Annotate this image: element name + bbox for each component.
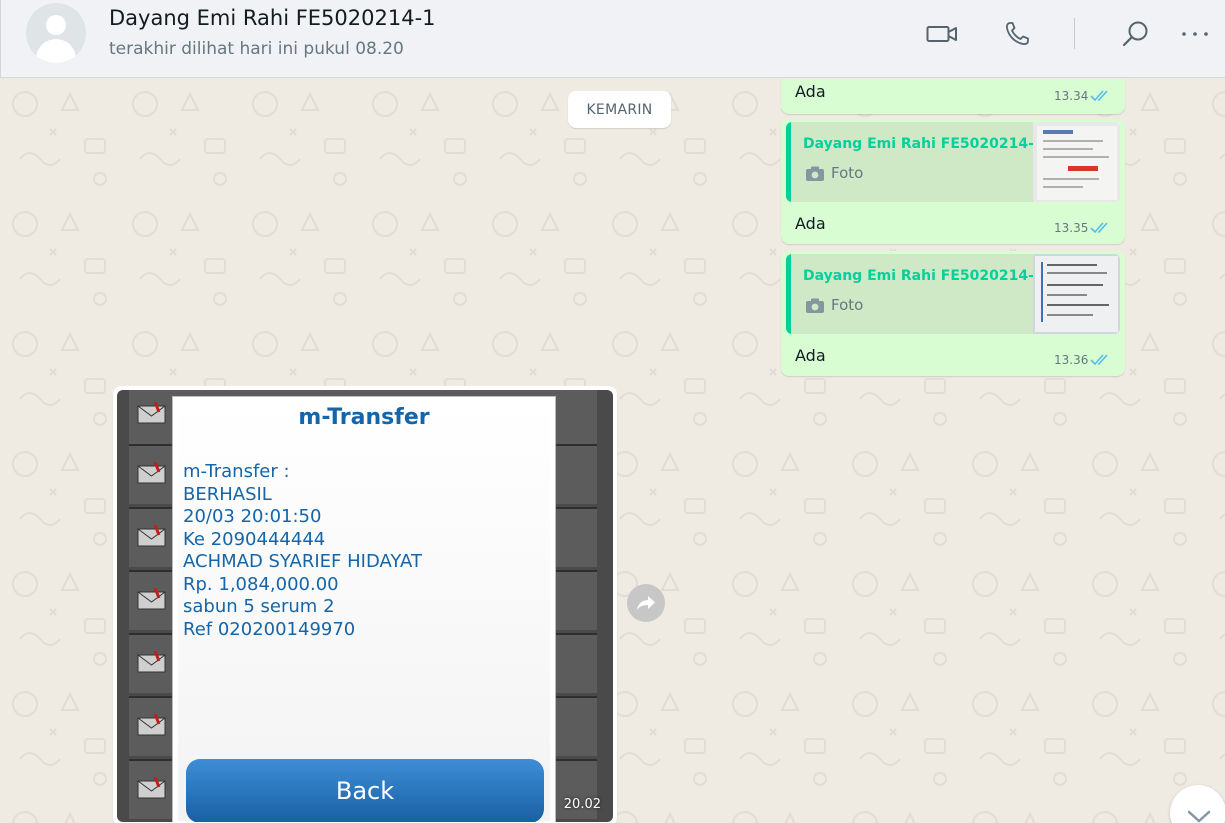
back-button: Back xyxy=(186,759,544,822)
transfer-details: m-Transfer : BERHASIL 20/03 20:01:50 Ke … xyxy=(183,461,422,641)
chevron-down-icon xyxy=(1187,810,1211,823)
envelope-icon xyxy=(137,462,166,484)
video-call-icon[interactable] xyxy=(922,14,962,54)
contact-avatar[interactable] xyxy=(26,3,86,63)
date-separator: KEMARIN xyxy=(568,91,671,128)
transfer-screenshot-image[interactable]: m-Transfer m-Transfer : BERHASIL 20/03 2… xyxy=(117,390,613,822)
voice-call-icon[interactable] xyxy=(997,14,1037,54)
quoted-sender: Dayang Emi Rahi FE5020214-1 xyxy=(803,136,1044,152)
message-time: 13.34 xyxy=(1054,89,1089,103)
last-seen-status: terakhir dilihat hari ini pukul 08.20 xyxy=(109,39,404,59)
contact-name[interactable]: Dayang Emi Rahi FE5020214-1 xyxy=(109,6,436,30)
detail-line: ACHMAD SYARIEF HIDAYAT xyxy=(183,551,422,572)
detail-line: Ke 2090444444 xyxy=(183,528,326,550)
camera-icon xyxy=(806,166,824,181)
chat-header: Dayang Emi Rahi FE5020214-1 terakhir dil… xyxy=(0,0,1225,78)
forward-icon xyxy=(637,596,655,610)
message-text: Ada xyxy=(795,82,826,101)
quoted-message[interactable]: Dayang Emi Rahi FE5020214-1 Foto xyxy=(786,254,1120,334)
envelope-icon xyxy=(137,714,166,736)
quote-accent-bar xyxy=(786,122,791,202)
envelope-icon xyxy=(137,777,166,799)
quote-accent-bar xyxy=(786,254,791,334)
message-time: 20.02 xyxy=(563,797,601,812)
detail-line: sabun 5 serum 2 xyxy=(183,596,335,617)
detail-line: 20/03 20:01:50 xyxy=(183,506,322,527)
transfer-dialog: m-Transfer m-Transfer : BERHASIL 20/03 2… xyxy=(172,396,556,822)
forward-button[interactable] xyxy=(627,584,665,622)
dialog-title: m-Transfer xyxy=(298,405,430,430)
quoted-type: Foto xyxy=(831,164,864,182)
outgoing-message[interactable]: Ada 13.34 xyxy=(781,79,1125,114)
message-text: Ada xyxy=(795,214,826,233)
detail-line: BERHASIL xyxy=(183,483,272,505)
quoted-type: Foto xyxy=(831,296,864,314)
incoming-image-message[interactable]: m-Transfer m-Transfer : BERHASIL 20/03 2… xyxy=(113,386,617,823)
envelope-icon xyxy=(137,588,166,610)
outgoing-message-reply[interactable]: Dayang Emi Rahi FE5020214-1 Foto Ada 13.… xyxy=(781,251,1125,376)
read-ticks-icon xyxy=(1090,354,1108,366)
quoted-photo-thumbnail xyxy=(1033,254,1120,334)
envelope-icon xyxy=(137,651,166,673)
outgoing-message-reply[interactable]: Dayang Emi Rahi FE5020214-1 Foto Ada 13.… xyxy=(781,119,1125,244)
menu-icon[interactable] xyxy=(1175,14,1215,54)
message-time: 13.36 xyxy=(1054,353,1089,367)
message-time: 13.35 xyxy=(1054,221,1089,235)
search-icon[interactable] xyxy=(1115,14,1155,54)
message-text: Ada xyxy=(795,346,826,365)
scroll-to-bottom-button[interactable] xyxy=(1170,785,1225,823)
avatar-head-shape xyxy=(46,15,66,35)
quoted-message[interactable]: Dayang Emi Rahi FE5020214-1 Foto xyxy=(786,122,1120,202)
read-ticks-icon xyxy=(1090,222,1108,234)
avatar-body-shape xyxy=(36,39,76,63)
quoted-photo-thumbnail xyxy=(1033,122,1120,202)
envelope-icon xyxy=(137,402,166,424)
detail-line: Ref 020200149970 xyxy=(183,618,356,640)
detail-line: Rp. 1,084,000.00 xyxy=(183,573,339,595)
read-ticks-icon xyxy=(1090,90,1108,102)
header-divider xyxy=(1074,18,1075,49)
envelope-icon xyxy=(137,525,166,547)
transfer-dialog-body: m-Transfer m-Transfer : BERHASIL 20/03 2… xyxy=(178,401,550,822)
chat-area[interactable]: KEMARIN Ada 13.34 Dayang Emi Rahi FE5020… xyxy=(0,79,1225,823)
quoted-sender: Dayang Emi Rahi FE5020214-1 xyxy=(803,268,1044,284)
detail-line: m-Transfer : xyxy=(183,461,290,482)
camera-icon xyxy=(806,298,824,313)
